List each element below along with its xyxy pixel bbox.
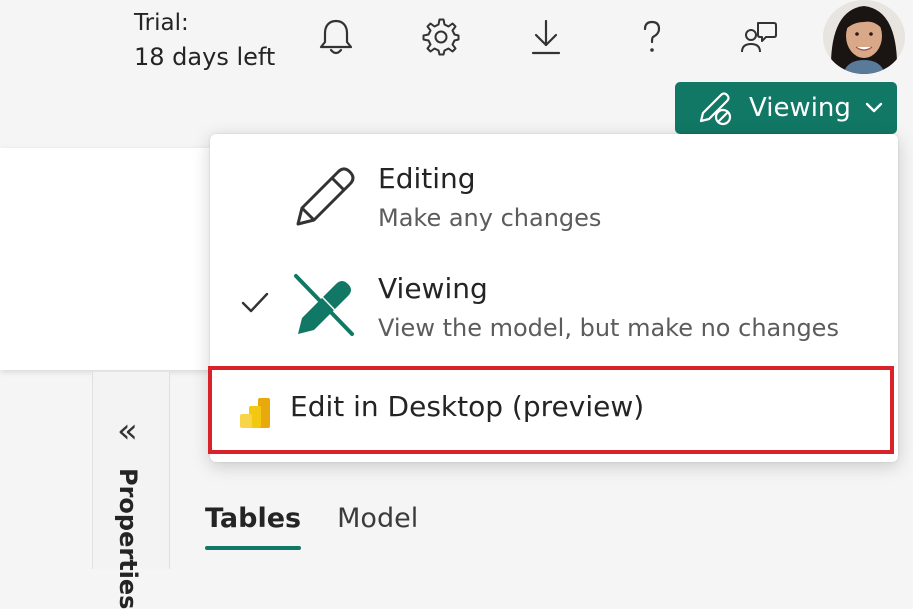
mode-button-label: Viewing (749, 93, 851, 123)
user-avatar[interactable] (823, 0, 905, 74)
tab-tables[interactable]: Tables (205, 503, 302, 550)
power-bi-icon (238, 396, 272, 434)
download-button[interactable] (526, 14, 566, 60)
menu-item-edit-in-desktop[interactable]: Edit in Desktop (preview) (208, 366, 894, 454)
menu-item-editing[interactable]: Editing Make any changes (210, 154, 898, 254)
view-mode-pencil-icon (699, 92, 732, 126)
editing-description: Make any changes (378, 204, 602, 232)
help-icon (643, 20, 661, 52)
bell-icon (319, 19, 353, 55)
mode-dropdown-menu: Editing Make any changes Viewing View th… (208, 134, 898, 462)
viewing-title: Viewing (378, 272, 488, 305)
download-icon (531, 19, 561, 55)
tab-model[interactable]: Model (337, 503, 418, 544)
properties-panel-label: Properties (114, 468, 142, 609)
menu-item-viewing[interactable]: Viewing View the model, but make no chan… (210, 266, 898, 366)
avatar-photo (823, 0, 905, 74)
pencil-icon (292, 164, 358, 234)
checkmark-icon (240, 290, 270, 318)
feedback-icon (741, 22, 777, 53)
gear-icon (422, 18, 460, 56)
mode-switch-button[interactable]: Viewing (675, 82, 897, 134)
pencil-off-icon (292, 272, 358, 344)
viewing-description: View the model, but make no changes (378, 314, 839, 342)
trial-days-left: 18 days left (134, 43, 276, 71)
trial-status: Trial: 18 days left (134, 6, 275, 74)
model-tabs: Tables Model (205, 503, 418, 550)
help-button[interactable] (632, 14, 672, 60)
editing-title: Editing (378, 162, 476, 195)
settings-button[interactable] (421, 14, 461, 60)
notifications-button[interactable] (316, 14, 356, 60)
background-canvas-panel (0, 148, 213, 370)
feedback-button[interactable] (738, 14, 778, 60)
chevron-down-icon (865, 102, 883, 113)
trial-label: Trial: (134, 10, 189, 36)
expand-panel-icon[interactable]: « (117, 414, 138, 448)
edit-in-desktop-title: Edit in Desktop (preview) (290, 390, 645, 423)
